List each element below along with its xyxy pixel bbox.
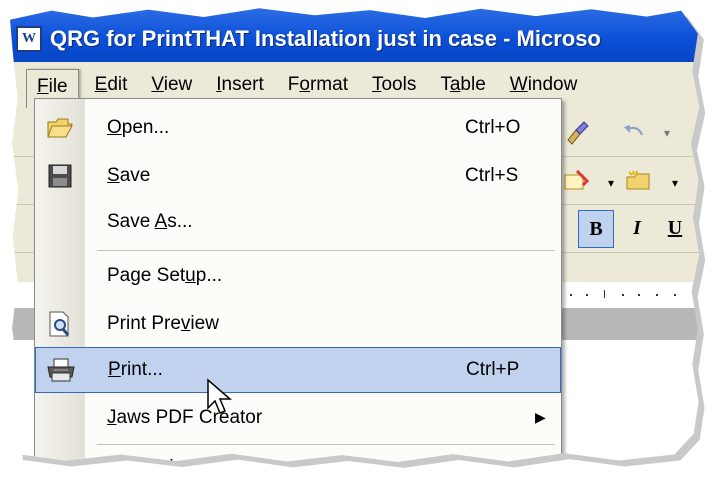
printer-icon	[44, 353, 78, 387]
menu-item-save-as[interactable]: Save As...	[35, 199, 561, 245]
menu-item-print[interactable]: Print... Ctrl+P	[35, 347, 561, 393]
menu-item-label: Print Preview	[107, 313, 219, 334]
menu-item-shortcut: Ctrl+P	[466, 359, 520, 380]
mouse-pointer-icon	[206, 378, 236, 418]
menu-item-open[interactable]: Open... Ctrl+O	[35, 105, 561, 151]
menu-item-label: Save	[107, 165, 151, 186]
menu-item-save[interactable]: Save Ctrl+S	[35, 153, 561, 199]
screenshot-frame: W QRG for PrintTHAT Installation just in…	[0, 0, 714, 479]
menu-table[interactable]: Table	[428, 68, 497, 102]
menu-item-jaws-pdf-creator[interactable]: Jaws PDF Creator ▶	[35, 395, 561, 441]
new-folder-icon[interactable]	[624, 166, 654, 196]
menu-item-shortcut: Ctrl+O	[465, 117, 521, 138]
menu-format[interactable]: Format	[276, 68, 360, 102]
open-folder-icon	[43, 111, 77, 145]
folder-dropdown-icon[interactable]: ▾	[660, 168, 690, 198]
file-menu-dropdown: Open... Ctrl+O Save Ctrl+S Save As... Pa…	[34, 98, 562, 462]
menu-item-shortcut: Ctrl+S	[465, 165, 519, 186]
menu-insert[interactable]: Insert	[204, 68, 276, 102]
table-dropdown-icon[interactable]: ▾	[596, 168, 626, 198]
menu-item-label: Print...	[108, 359, 163, 380]
floppy-disk-icon	[43, 159, 77, 193]
word-app-icon[interactable]: W	[16, 26, 42, 52]
menu-tools[interactable]: Tools	[360, 68, 428, 102]
bold-button[interactable]: B	[578, 210, 614, 248]
submenu-arrow-icon: ▶	[535, 410, 546, 426]
title-bar: W QRG for PrintTHAT Installation just in…	[10, 8, 700, 62]
menu-edit[interactable]: Edit	[83, 68, 140, 102]
menu-item-page-setup[interactable]: Page Setup...	[35, 253, 561, 299]
menu-item-label: Open...	[107, 117, 170, 138]
menu-view[interactable]: View	[139, 68, 204, 102]
underline-button[interactable]: U	[658, 210, 692, 246]
insert-table-icon[interactable]	[562, 166, 592, 196]
menu-item-label: Page Setup...	[107, 265, 223, 286]
menu-item-label: Save As...	[107, 211, 193, 232]
format-painter-icon[interactable]	[562, 118, 592, 148]
undo-icon[interactable]	[620, 118, 650, 148]
word-window: W QRG for PrintTHAT Installation just in…	[10, 8, 700, 462]
menu-separator	[97, 250, 555, 251]
undo-dropdown-icon[interactable]: ▾	[652, 118, 682, 148]
menu-window[interactable]: Window	[498, 68, 590, 102]
window-title: QRG for PrintTHAT Installation just in c…	[50, 26, 601, 51]
menu-item-print-preview[interactable]: Print Preview	[35, 301, 561, 347]
print-preview-icon	[43, 307, 77, 341]
italic-button[interactable]: I	[620, 210, 654, 246]
menu-item-label: Jaws PDF Creator	[107, 407, 263, 428]
